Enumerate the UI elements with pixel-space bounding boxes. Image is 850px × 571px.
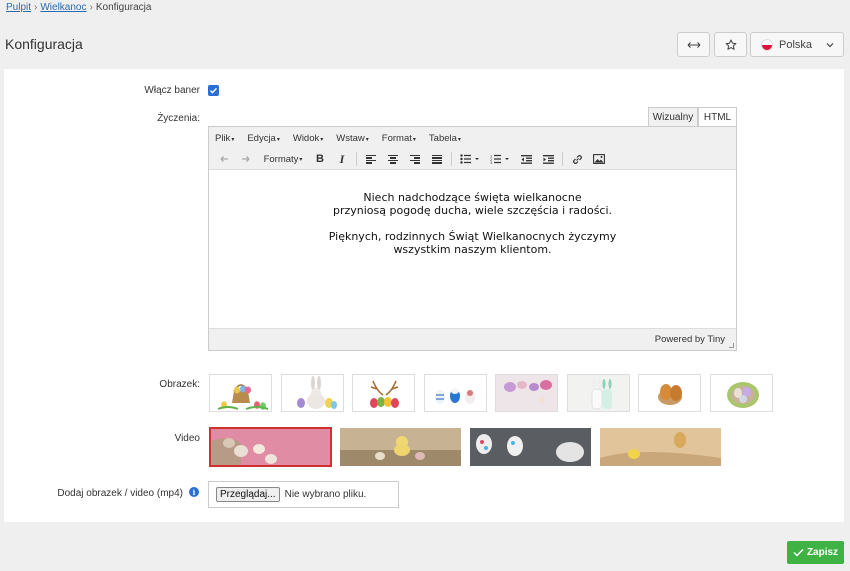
editor-line: Pięknych, rodzinnych Świąt Wielkanocnych… — [328, 230, 617, 243]
check-icon — [793, 548, 804, 557]
info-icon[interactable]: i — [189, 487, 199, 497]
banner-label: Włącz baner — [144, 85, 200, 96]
resize-handle[interactable] — [729, 343, 734, 348]
check-icon — [209, 87, 218, 94]
powered-by-label[interactable]: Powered by Tiny — [655, 334, 725, 345]
breadcrumb-separator: › — [89, 2, 93, 13]
rich-text-editor: Plik Edycja Widok Wstaw Format Tabela Fo… — [208, 126, 737, 351]
indent-icon[interactable] — [537, 150, 559, 168]
video-option[interactable] — [600, 428, 721, 466]
image-option[interactable] — [638, 374, 701, 412]
image-label: Obrazek: — [159, 379, 200, 390]
tab-html[interactable]: HTML — [698, 107, 737, 127]
align-left-icon[interactable] — [360, 150, 382, 168]
formats-dropdown[interactable]: Formaty — [261, 150, 305, 168]
image-option[interactable] — [495, 374, 558, 412]
redo-icon[interactable] — [235, 150, 257, 168]
svg-text:3: 3 — [490, 161, 492, 164]
editor-statusbar: Powered by Tiny — [209, 328, 736, 350]
menu-table[interactable]: Tabela — [429, 133, 461, 144]
numbered-list-icon[interactable]: 123 — [485, 150, 515, 168]
image-option[interactable] — [209, 374, 272, 412]
align-right-icon[interactable] — [404, 150, 426, 168]
video-label: Video — [174, 433, 200, 444]
image-option[interactable] — [352, 374, 415, 412]
video-option[interactable] — [340, 428, 461, 466]
breadcrumb-separator: › — [34, 2, 38, 13]
video-option-selected[interactable] — [209, 427, 332, 467]
menu-file[interactable]: Plik — [215, 133, 234, 144]
editor-menubar: Plik Edycja Widok Wstaw Format Tabela — [209, 127, 736, 149]
save-button[interactable]: Zapisz — [787, 541, 844, 564]
undo-icon[interactable] — [213, 150, 235, 168]
menu-format[interactable]: Format — [382, 133, 416, 144]
breadcrumb-current: Konfiguracja — [95, 2, 152, 13]
italic-icon[interactable]: I — [331, 150, 353, 168]
menu-insert[interactable]: Wstaw — [336, 133, 369, 144]
language-label: Polska — [779, 38, 813, 51]
image-option[interactable] — [281, 374, 344, 412]
editor-line: przyniosą pogodę ducha, wiele szczęścia … — [332, 204, 613, 217]
editor-line: Niech nadchodzące święta wielkanocne — [363, 191, 582, 204]
fullwidth-toggle-button[interactable] — [677, 32, 710, 57]
menu-edit[interactable]: Edycja — [247, 133, 280, 144]
bullet-list-icon[interactable] — [455, 150, 485, 168]
align-center-icon[interactable] — [382, 150, 404, 168]
link-icon[interactable] — [566, 150, 588, 168]
toolbar-separator — [562, 152, 563, 166]
poland-flag-icon — [761, 38, 773, 51]
breadcrumb-link-pulpit[interactable]: Pulpit — [6, 2, 31, 13]
language-select[interactable]: Polska — [750, 32, 844, 57]
image-option[interactable] — [567, 374, 630, 412]
upload-label: Dodaj obrazek / video (mp4) — [57, 488, 183, 499]
image-icon[interactable] — [588, 150, 610, 168]
banner-checkbox[interactable] — [208, 85, 219, 96]
favorite-button[interactable] — [714, 32, 747, 57]
browse-button[interactable]: Przeglądaj... — [216, 487, 280, 502]
breadcrumb: Pulpit › Wielkanoc › Konfiguracja — [6, 2, 151, 13]
star-icon — [725, 39, 736, 50]
editor-content[interactable]: Niech nadchodzące święta wielkanocne przy… — [209, 170, 736, 329]
wishes-label: Życzenia: — [157, 113, 200, 124]
editor-toolbar: Formaty B I 123 — [209, 149, 736, 170]
editor-paragraph: Niech nadchodzące święta wielkanocne przy… — [209, 191, 736, 217]
align-justify-icon[interactable] — [426, 150, 448, 168]
file-input[interactable]: Przeglądaj... Nie wybrano pliku. — [208, 481, 399, 508]
image-option[interactable] — [424, 374, 487, 412]
editor-line: wszystkim naszym klientom. — [393, 243, 552, 256]
page-title: Konfiguracja — [5, 36, 83, 52]
toolbar-separator — [356, 152, 357, 166]
chevron-down-icon — [826, 43, 834, 48]
file-status: Nie wybrano pliku. — [284, 489, 367, 500]
breadcrumb-link-wielkanoc[interactable]: Wielkanoc — [40, 2, 86, 13]
editor-paragraph: Pięknych, rodzinnych Świąt Wielkanocnych… — [209, 230, 736, 256]
save-label: Zapisz — [806, 547, 839, 558]
toolbar-separator — [451, 152, 452, 166]
tab-visual[interactable]: Wizualny — [648, 107, 698, 127]
outdent-icon[interactable] — [515, 150, 537, 168]
video-option[interactable] — [470, 428, 591, 466]
bold-icon[interactable]: B — [309, 150, 331, 168]
menu-view[interactable]: Widok — [293, 133, 323, 144]
resize-arrows-icon — [687, 41, 700, 48]
image-option[interactable] — [710, 374, 773, 412]
